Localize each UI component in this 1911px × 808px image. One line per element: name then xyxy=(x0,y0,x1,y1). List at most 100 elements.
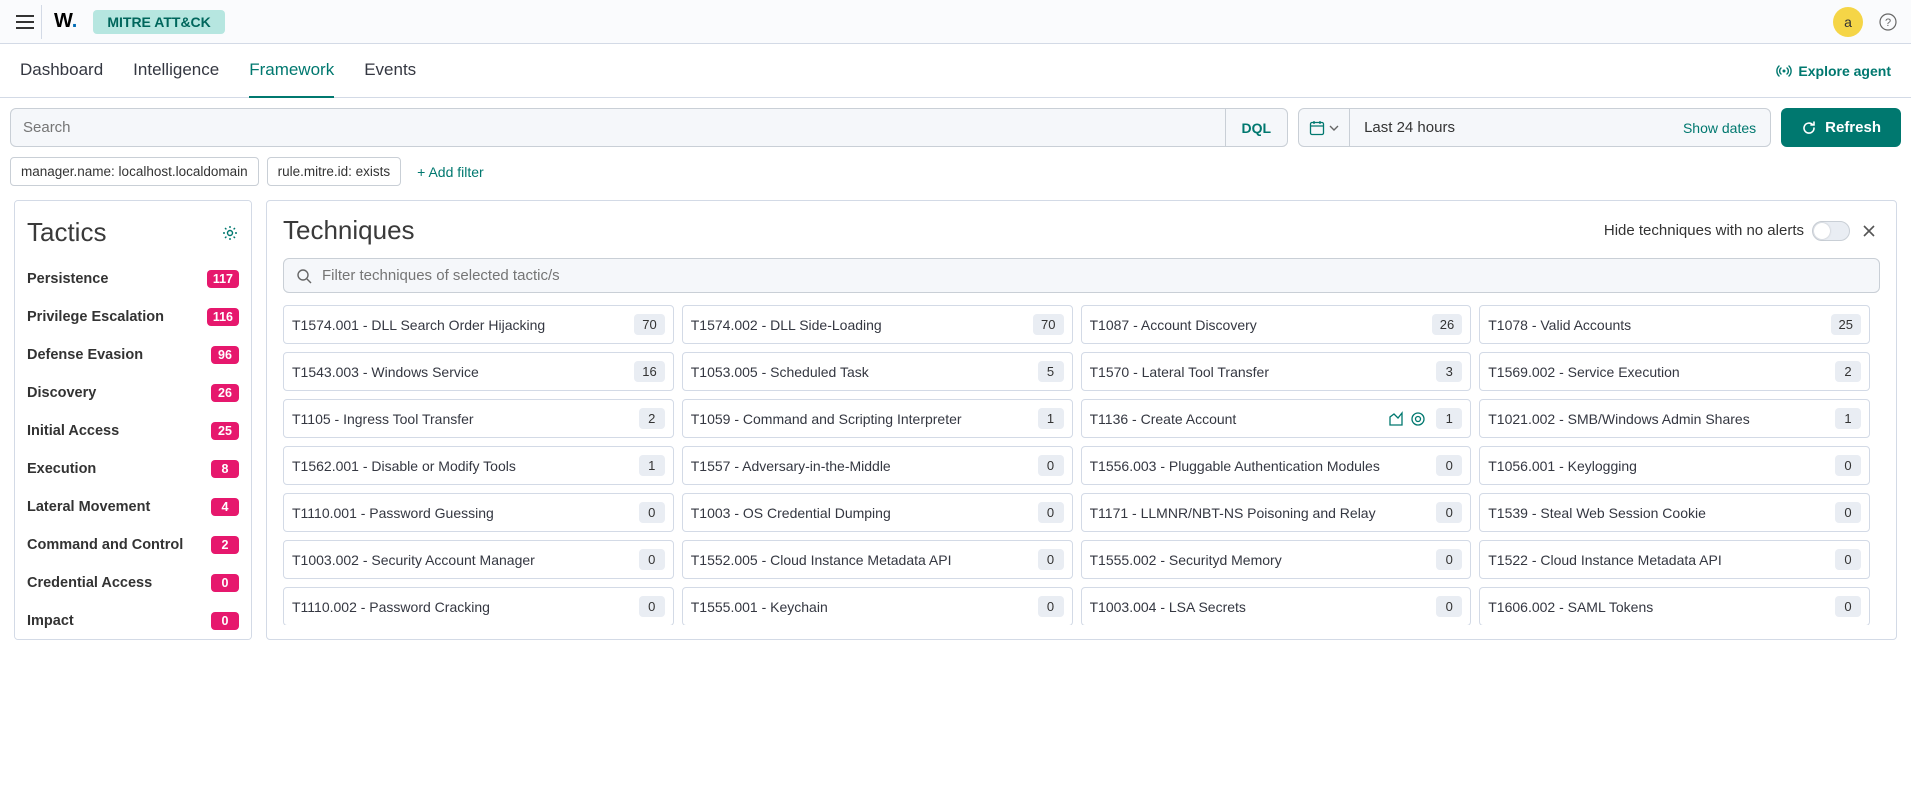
add-filter-button[interactable]: + Add filter xyxy=(409,158,492,186)
technique-card[interactable]: T1110.001 - Password Guessing0 xyxy=(283,493,674,532)
technique-card[interactable]: T1570 - Lateral Tool Transfer3 xyxy=(1081,352,1472,391)
tactic-item[interactable]: Initial Access25 xyxy=(25,412,247,450)
tactic-item[interactable]: Credential Access 0 xyxy=(25,564,247,602)
technique-card[interactable]: T1574.001 - DLL Search Order Hijacking70 xyxy=(283,305,674,344)
technique-card[interactable]: T1053.005 - Scheduled Task5 xyxy=(682,352,1073,391)
technique-card[interactable]: T1574.002 - DLL Side-Loading 70 xyxy=(682,305,1073,344)
tab-dashboard[interactable]: Dashboard xyxy=(20,44,103,98)
tactic-name: Lateral Movement xyxy=(27,499,150,515)
tactic-item[interactable]: Privilege Escalation116 xyxy=(25,298,247,336)
tactics-title: Tactics xyxy=(27,217,106,248)
technique-card[interactable]: T1522 - Cloud Instance Metadata API0 xyxy=(1479,540,1870,579)
technique-card[interactable]: T1556.003 - Pluggable Authentication Mod… xyxy=(1081,446,1472,485)
technique-label: T1574.001 - DLL Search Order Hijacking xyxy=(292,317,628,333)
technique-card[interactable]: T1110.002 - Password Cracking0 xyxy=(283,587,674,625)
tactic-item[interactable]: Lateral Movement4 xyxy=(25,488,247,526)
explore-agent-button[interactable]: Explore agent xyxy=(1776,63,1891,79)
technique-card[interactable]: T1539 - Steal Web Session Cookie0 xyxy=(1479,493,1870,532)
technique-count-badge: 0 xyxy=(1038,455,1064,476)
tactics-settings-button[interactable] xyxy=(221,224,239,242)
tab-framework[interactable]: Framework xyxy=(249,44,334,98)
app-logo[interactable]: W. xyxy=(50,10,85,33)
technique-card[interactable]: T1171 - LLMNR/NBT-NS Poisoning and Relay… xyxy=(1081,493,1472,532)
technique-card[interactable]: T1021.002 - SMB/Windows Admin Shares1 xyxy=(1479,399,1870,438)
breadcrumb-chip[interactable]: MITRE ATT&CK xyxy=(93,10,224,34)
close-icon xyxy=(1862,224,1876,238)
tactic-count-badge: 96 xyxy=(211,346,239,364)
hamburger-icon xyxy=(16,15,34,29)
technique-card[interactable]: T1003 - OS Credential Dumping0 xyxy=(682,493,1073,532)
menu-button[interactable] xyxy=(8,5,42,39)
technique-filter-input[interactable] xyxy=(322,267,1867,284)
tactic-count-badge: 2 xyxy=(211,536,239,554)
filter-chip[interactable]: manager.name: localhost.localdomain xyxy=(10,157,259,186)
technique-count-badge: 0 xyxy=(639,596,665,617)
calendar-icon xyxy=(1309,120,1325,136)
technique-card[interactable]: T1557 - Adversary-in-the-Middle0 xyxy=(682,446,1073,485)
date-quick-select[interactable] xyxy=(1299,109,1350,146)
technique-card[interactable]: T1059 - Command and Scripting Interprete… xyxy=(682,399,1073,438)
tactic-name: Discovery xyxy=(27,385,96,401)
tactic-item[interactable]: Discovery26 xyxy=(25,374,247,412)
technique-card[interactable]: T1003.004 - LSA Secrets0 xyxy=(1081,587,1472,625)
technique-label: T1059 - Command and Scripting Interprete… xyxy=(691,411,1032,427)
technique-card[interactable]: T1552.005 - Cloud Instance Metadata API0 xyxy=(682,540,1073,579)
tactic-item[interactable]: Execution8 xyxy=(25,450,247,488)
technique-card[interactable]: T1105 - Ingress Tool Transfer2 xyxy=(283,399,674,438)
technique-count-badge: 70 xyxy=(1033,314,1063,335)
main-area: Tactics Persistence117Privilege Escalati… xyxy=(0,200,1911,654)
tactic-item[interactable]: Defense Evasion 96 xyxy=(25,336,247,374)
tactic-name: Command and Control xyxy=(27,537,183,553)
tactic-item[interactable]: Command and Control 2 xyxy=(25,526,247,564)
help-icon: ? xyxy=(1879,13,1897,31)
dql-button[interactable]: DQL xyxy=(1225,109,1288,146)
technique-card[interactable]: T1136 - Create Account1 xyxy=(1081,399,1472,438)
technique-count-badge: 1 xyxy=(1835,408,1861,429)
user-avatar[interactable]: a xyxy=(1833,7,1863,37)
technique-count-badge: 2 xyxy=(1835,361,1861,382)
top-bar: W. MITRE ATT&CK a ? xyxy=(0,0,1911,44)
filter-chip[interactable]: rule.mitre.id: exists xyxy=(267,157,402,186)
hide-no-alerts-toggle[interactable] xyxy=(1812,221,1850,241)
techniques-title: Techniques xyxy=(283,215,415,246)
technique-count-badge: 2 xyxy=(639,408,665,429)
tactic-count-badge: 117 xyxy=(207,270,239,288)
refresh-label: Refresh xyxy=(1825,119,1881,136)
search-icon xyxy=(296,268,312,284)
tactic-count-badge: 0 xyxy=(211,574,239,592)
technique-label: T1570 - Lateral Tool Transfer xyxy=(1090,364,1431,380)
tabs-row: Dashboard Intelligence Framework Events Exp… xyxy=(0,44,1911,98)
technique-count-badge: 5 xyxy=(1038,361,1064,382)
refresh-button[interactable]: Refresh xyxy=(1781,108,1901,147)
tactic-name: Defense Evasion xyxy=(27,347,143,363)
chart-icon[interactable] xyxy=(1388,411,1404,427)
technique-card[interactable]: T1606.002 - SAML Tokens0 xyxy=(1479,587,1870,625)
tactic-name: Credential Access xyxy=(27,575,152,591)
search-input[interactable] xyxy=(11,109,1225,146)
technique-label: T1552.005 - Cloud Instance Metadata API xyxy=(691,552,1032,568)
close-panel-button[interactable] xyxy=(1858,220,1880,242)
technique-card[interactable]: T1543.003 - Windows Service16 xyxy=(283,352,674,391)
technique-label: T1003.004 - LSA Secrets xyxy=(1090,599,1431,615)
tactic-name: Privilege Escalation xyxy=(27,309,164,325)
technique-label: T1606.002 - SAML Tokens xyxy=(1488,599,1829,615)
technique-card[interactable]: T1555.001 - Keychain0 xyxy=(682,587,1073,625)
tactic-item[interactable]: Impact0 xyxy=(25,602,247,640)
show-dates-button[interactable]: Show dates xyxy=(1669,120,1770,136)
technique-card[interactable]: T1555.002 - Securityd Memory0 xyxy=(1081,540,1472,579)
technique-card[interactable]: T1003.002 - Security Account Manager0 xyxy=(283,540,674,579)
technique-card[interactable]: T1087 - Account Discovery26 xyxy=(1081,305,1472,344)
tab-intelligence[interactable]: Intelligence xyxy=(133,44,219,98)
technique-label: T1574.002 - DLL Side-Loading xyxy=(691,317,1027,333)
technique-count-badge: 16 xyxy=(634,361,664,382)
technique-card[interactable]: T1056.001 - Keylogging0 xyxy=(1479,446,1870,485)
date-range-text[interactable]: Last 24 hours xyxy=(1350,119,1469,136)
technique-count-badge: 0 xyxy=(639,502,665,523)
help-button[interactable]: ? xyxy=(1873,7,1903,37)
technique-card[interactable]: T1078 - Valid Accounts25 xyxy=(1479,305,1870,344)
technique-card[interactable]: T1569.002 - Service Execution2 xyxy=(1479,352,1870,391)
target-icon[interactable] xyxy=(1410,411,1426,427)
technique-card[interactable]: T1562.001 - Disable or Modify Tools1 xyxy=(283,446,674,485)
tab-events[interactable]: Events xyxy=(364,44,416,98)
tactic-item[interactable]: Persistence117 xyxy=(25,260,247,298)
